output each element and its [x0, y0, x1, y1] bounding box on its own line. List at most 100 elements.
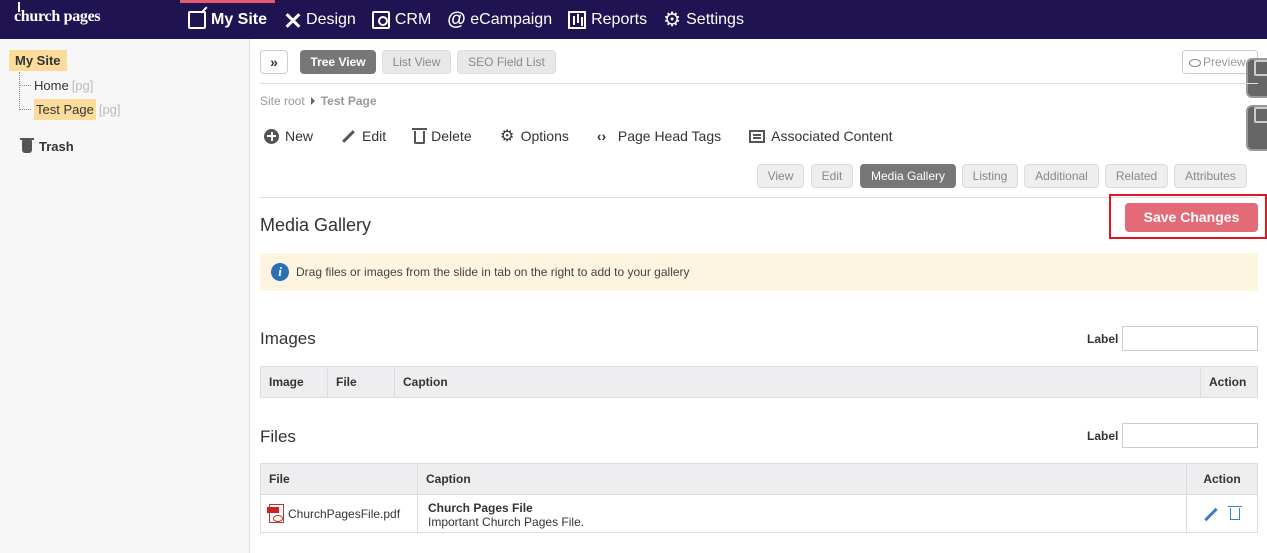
edit-button[interactable]: Edit [341, 128, 386, 144]
church-pages-logo[interactable]: church pages [14, 2, 101, 26]
site-icon [188, 10, 206, 29]
crm-icon [371, 10, 390, 29]
files-label-input[interactable] [1122, 423, 1258, 448]
action-cell [1187, 495, 1257, 532]
info-notice: i Drag files or images from the slide in… [260, 253, 1258, 291]
toolbar-label: Options [520, 128, 569, 144]
images-table: Image File Caption Action [260, 366, 1258, 398]
tab-listing[interactable]: Listing [962, 164, 1018, 188]
tree-connector [19, 72, 20, 110]
delete-trash-icon[interactable] [1228, 505, 1242, 520]
toolbar-label: New [285, 128, 314, 144]
nav-design[interactable]: Design [275, 0, 364, 39]
tab-edit[interactable]: Edit [811, 164, 853, 188]
tree-item-trash[interactable]: Trash [20, 138, 74, 154]
eye-icon [1189, 59, 1201, 67]
tree-item-home[interactable]: Home [pg] [32, 76, 95, 95]
breadcrumb-root[interactable]: Site root [260, 94, 305, 108]
caret-right-icon [310, 97, 315, 105]
page-toolbar: New Edit Delete ⚙ Options ‹› Page Head T… [264, 127, 921, 144]
caption-cell: Church Pages File Important Church Pages… [418, 495, 1187, 532]
tab-additional[interactable]: Additional [1024, 164, 1099, 188]
nav-ecampaign[interactable]: @ eCampaign [439, 0, 560, 39]
nav-reports[interactable]: Reports [560, 0, 655, 39]
tab-media-gallery[interactable]: Media Gallery [860, 164, 956, 188]
toolbar-label: Associated Content [771, 128, 893, 144]
tab-tree-view[interactable]: Tree View [300, 50, 376, 74]
edit-pencil-icon[interactable] [1204, 507, 1218, 521]
tab-view[interactable]: View [757, 164, 804, 188]
column-header-caption: Caption [418, 464, 1187, 494]
nav-my-site[interactable]: My Site [180, 0, 276, 39]
caption-description: Important Church Pages File. [428, 515, 585, 529]
nav-crm[interactable]: CRM [364, 0, 439, 39]
toolbar-label: Edit [362, 128, 387, 144]
tree-connector [19, 109, 31, 110]
slide-in-tab-files[interactable] [1246, 105, 1267, 151]
gear-icon: ⚙ [663, 8, 682, 31]
nav-label: CRM [394, 10, 432, 28]
nav-label: My Site [211, 10, 268, 28]
column-header-caption: Caption [395, 367, 1201, 397]
images-label-input[interactable] [1122, 326, 1258, 351]
pdf-file-icon [267, 504, 284, 523]
preview-label: Preview [1203, 55, 1246, 69]
nav-label: eCampaign [470, 10, 553, 28]
expand-sidebar-button[interactable]: » [260, 50, 288, 74]
breadcrumb-current: Test Page [320, 94, 377, 108]
tree-item-label: Test Page [34, 99, 96, 120]
tab-attributes[interactable]: Attributes [1174, 164, 1247, 188]
media-gallery-title: Media Gallery [260, 215, 372, 235]
file-name: ChurchPagesFile.pdf [288, 506, 401, 521]
site-tree-sidebar: My Site Home [pg] Test Page [pg] Trash [0, 39, 250, 553]
files-label-caption: Label [1087, 429, 1119, 443]
divider [260, 83, 1258, 84]
tree-root-my-site[interactable]: My Site [9, 50, 67, 71]
tab-seo-field-list[interactable]: SEO Field List [457, 50, 556, 74]
page-head-tags-button[interactable]: ‹› Page Head Tags [597, 128, 721, 144]
pencil-icon [341, 129, 356, 144]
column-header-file: File [328, 367, 395, 397]
nav-settings[interactable]: ⚙ Settings [655, 0, 752, 39]
file-cell[interactable]: ChurchPagesFile.pdf [261, 495, 418, 532]
trash-label: Trash [39, 139, 74, 154]
column-header-image: Image [261, 367, 328, 397]
nav-label: Reports [591, 10, 648, 28]
top-nav-bar: church pages My Site Design CRM @ eCampa… [0, 0, 1267, 39]
column-header-action: Action [1203, 472, 1241, 486]
info-text: Drag files or images from the slide in t… [296, 265, 690, 279]
design-icon [283, 11, 301, 29]
tree-connector [19, 85, 31, 86]
column-header-file: File [261, 464, 418, 494]
tree-item-test-page[interactable]: Test Page [pg] [32, 99, 123, 120]
caption-title: Church Pages File [428, 501, 533, 515]
slide-in-tab-media[interactable] [1246, 58, 1267, 98]
tab-list-view[interactable]: List View [382, 50, 451, 74]
associated-content-button[interactable]: Associated Content [749, 128, 893, 144]
code-icon: ‹› [596, 127, 607, 144]
plus-circle-icon [264, 128, 279, 144]
trash-icon [412, 127, 428, 144]
main-content: » Tree View List View SEO Field List Pre… [250, 39, 1267, 553]
tab-related[interactable]: Related [1105, 164, 1168, 188]
options-button[interactable]: ⚙ Options [500, 128, 569, 144]
save-changes-button[interactable]: Save Changes [1125, 203, 1258, 232]
gear-icon: ⚙ [499, 127, 515, 145]
page-type-badge: [pg] [98, 102, 121, 117]
images-section-title: Images [260, 329, 316, 348]
column-header-action: Action [1209, 375, 1247, 389]
nav-label: Settings [686, 10, 744, 28]
files-table: File Caption Action ChurchPagesFile.pdf … [260, 463, 1258, 533]
images-label-caption: Label [1087, 332, 1119, 346]
delete-button[interactable]: Delete [412, 127, 472, 144]
reports-icon [568, 10, 587, 29]
page-type-badge: [pg] [71, 78, 94, 93]
files-table-header: File Caption Action [261, 464, 1257, 494]
images-table-header: Image File Caption Action [261, 367, 1257, 397]
table-row: ChurchPagesFile.pdf Church Pages File Im… [261, 494, 1257, 532]
tree-item-label: Home [34, 78, 69, 93]
new-button[interactable]: New [264, 128, 313, 144]
files-section-title: Files [260, 427, 296, 446]
nav-label: Design [306, 10, 356, 28]
main-nav: My Site Design CRM @ eCampaign Reports ⚙… [180, 0, 752, 39]
